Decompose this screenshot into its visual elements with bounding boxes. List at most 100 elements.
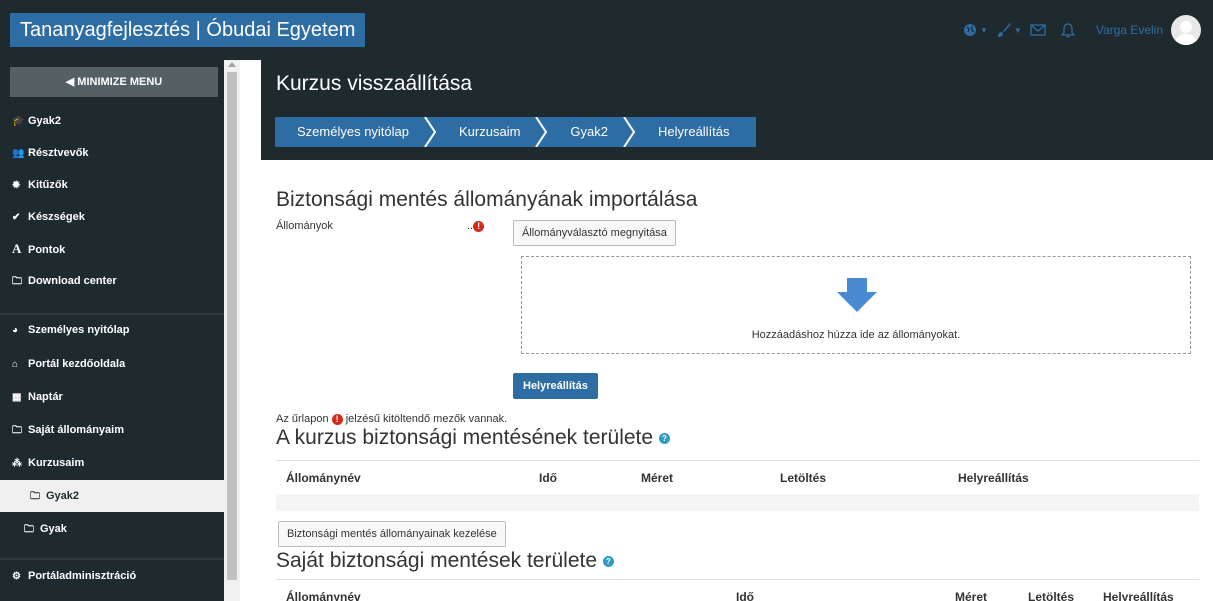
column-restore: Helyreállítás: [958, 471, 1029, 485]
file-dropzone[interactable]: Hozzáadáshoz húzza ide az állományokat.: [521, 256, 1191, 354]
sidebar-item-label: Download center: [28, 275, 117, 287]
sidebar-item-label: Saját állományaim: [28, 424, 124, 436]
sidebar-item-label: Gyak2: [28, 115, 62, 127]
scrollbar-thumb[interactable]: [227, 72, 237, 580]
manage-backup-files-button[interactable]: Biztonsági mentés állományainak kezelése: [278, 521, 506, 547]
column-time: Idő: [539, 471, 557, 485]
sidebar-item-site-home[interactable]: ⌂ Portál kezdőoldala: [0, 348, 224, 380]
sidebar-item-label: Portáladminisztráció: [28, 570, 137, 582]
sidebar-item-course[interactable]: 🎓 Gyak2: [0, 105, 224, 137]
sidebar-item-participants[interactable]: 👥 Résztvevők: [0, 137, 224, 169]
globe-icon[interactable]: [962, 22, 978, 38]
sidebar-item-download-center[interactable]: 🗀 Download center: [0, 265, 224, 297]
file-picker-button[interactable]: Állományválasztó megnyitása: [513, 220, 676, 246]
breadcrumb-item-my-courses[interactable]: Kurzusaim: [437, 117, 534, 147]
navbar-right: ▼ ▼ Varga Evelin: [962, 0, 1213, 60]
chevron-down-icon[interactable]: ▼: [980, 26, 988, 35]
sidebar-item-grades[interactable]: A Pontok: [0, 233, 224, 265]
breadcrumb-item-course[interactable]: Gyak2: [548, 117, 622, 147]
column-filename: Állománynév: [286, 590, 361, 601]
sidebar-item-label: Személyes nyitólap: [28, 324, 130, 336]
sidebar-item-private-files[interactable]: 🗀 Saját állományaim: [0, 414, 224, 446]
sidebar-item-gyak2[interactable]: 🗀 Gyak2: [0, 480, 224, 512]
user-backup-table-header: Állománynév Idő Méret Letöltés Helyreáll…: [276, 579, 1199, 601]
import-heading: Biztonsági mentés állományának importálá…: [276, 188, 698, 211]
user-name[interactable]: Varga Evelin: [1096, 23, 1163, 37]
minimize-menu-label: MINIMIZE MENU: [77, 76, 163, 88]
sidebar-item-label: Naptár: [28, 391, 63, 403]
column-download: Letöltés: [1028, 590, 1075, 601]
calendar-icon: ▦: [12, 392, 22, 403]
sidebar-item-competencies[interactable]: ✔ Készségek: [0, 201, 224, 233]
sidebar-item-label: Készségek: [28, 211, 85, 223]
files-label: Állományok: [276, 220, 333, 232]
brush-icon[interactable]: [996, 22, 1012, 38]
top-navbar: Tananyagfejlesztés | Óbudai Egyetem ▼ ▼ …: [0, 0, 1213, 60]
dropzone-text: Hozzáadáshoz húzza ide az állományokat.: [751, 329, 961, 341]
chevron-down-icon[interactable]: ▼: [1014, 26, 1022, 35]
arrow-circle-left-icon: ◀: [65, 76, 78, 88]
sidebar-scrollbar[interactable]: [224, 60, 240, 601]
course-backup-table-header: Állománynév Idő Méret Letöltés Helyreáll…: [276, 460, 1199, 494]
restore-button[interactable]: Helyreállítás: [513, 373, 598, 399]
required-note-before: Az űrlapon: [276, 413, 329, 425]
column-time: Idő: [736, 590, 754, 601]
site-brand[interactable]: Tananyagfejlesztés | Óbudai Egyetem: [10, 13, 366, 47]
home-icon: ⌂: [12, 359, 19, 370]
sidebar-item-label: Kitűzők: [28, 179, 68, 191]
column-restore: Helyreállítás: [1103, 590, 1174, 601]
sidebar-item-site-admin[interactable]: ⚙ Portáladminisztráció: [0, 560, 224, 592]
folder-icon: 🗀: [24, 524, 34, 535]
minimize-menu-button[interactable]: ◀ MINIMIZE MENU: [10, 67, 218, 97]
help-icon[interactable]: ?: [658, 432, 670, 444]
app-root: Tananyagfejlesztés | Óbudai Egyetem ▼ ▼ …: [0, 0, 1213, 601]
arrow-down-icon: [837, 278, 877, 312]
course-backup-table-empty-row: [276, 494, 1199, 511]
breadcrumb-item-dashboard[interactable]: Személyes nyitólap: [275, 117, 423, 147]
folder-icon: 🗀: [30, 491, 40, 502]
breadcrumb: Személyes nyitólap Kurzusaim Gyak2 Helyr…: [275, 117, 756, 147]
sidebar: ◀ MINIMIZE MENU 🎓 Gyak2 👥 Résztvevők ✹ Kitű…: [0, 60, 224, 601]
required-marker: ..!: [467, 220, 485, 232]
course-backup-heading: A kurzus biztonsági mentésének területe …: [276, 426, 670, 450]
help-icon[interactable]: ?: [602, 555, 614, 567]
breadcrumb-item-restore[interactable]: Helyreállítás: [636, 117, 756, 147]
exclamation-circle-icon: !: [473, 220, 485, 232]
sidebar-item-dashboard[interactable]: ◕ Személyes nyitólap: [0, 314, 224, 346]
sitemap-icon: ⁂: [12, 458, 22, 469]
sidebar-item-calendar[interactable]: ▦ Naptár: [0, 381, 224, 413]
column-size: Méret: [641, 471, 674, 485]
check-circle-icon: ✔: [12, 212, 21, 223]
bell-icon[interactable]: [1060, 22, 1076, 38]
avatar[interactable]: [1171, 15, 1201, 45]
folder-icon: 🗀: [12, 276, 22, 287]
page-header: Kurzus visszaállítása Személyes nyitólap…: [261, 60, 1213, 160]
sidebar-item-label: Kurzusaim: [28, 457, 85, 469]
breadcrumb-separator: [424, 117, 437, 147]
course-backup-heading-text: A kurzus biztonsági mentésének területe: [276, 426, 654, 449]
sidebar-item-label: Portál kezdőoldala: [28, 358, 126, 370]
folder-icon: 🗀: [12, 425, 22, 436]
dashboard-icon: ◕: [12, 325, 19, 336]
breadcrumb-separator: [535, 117, 548, 147]
required-note-after: jelzésű kitöltendő mezők vannak.: [345, 413, 508, 425]
sidebar-item-label: Gyak2: [46, 490, 80, 502]
exclamation-circle-icon: !: [331, 413, 343, 425]
sidebar-item-my-courses[interactable]: ⁂ Kurzusaim: [0, 447, 224, 479]
scroll-up-arrow[interactable]: [228, 62, 236, 67]
graduation-cap-icon: 🎓: [12, 116, 25, 127]
page-title: Kurzus visszaállítása: [276, 72, 473, 95]
envelope-icon[interactable]: [1030, 22, 1046, 38]
column-filename: Állománynév: [286, 471, 361, 485]
main-content: Biztonsági mentés állományának importálá…: [261, 175, 1213, 601]
users-icon: 👥: [12, 148, 25, 159]
font-a-icon: A: [12, 241, 22, 256]
required-fields-note: Az űrlapon ! jelzésű kitöltendő mezők va…: [276, 413, 507, 425]
sidebar-item-gyak[interactable]: 🗀 Gyak: [0, 513, 224, 545]
user-backup-heading: Saját biztonsági mentések területe ?: [276, 549, 614, 573]
sidebar-item-label: Pontok: [28, 244, 66, 256]
cogs-icon: ⚙: [12, 571, 21, 582]
sidebar-item-badges[interactable]: ✹ Kitűzők: [0, 169, 224, 201]
badge-icon: ✹: [12, 180, 21, 191]
column-download: Letöltés: [780, 471, 827, 485]
